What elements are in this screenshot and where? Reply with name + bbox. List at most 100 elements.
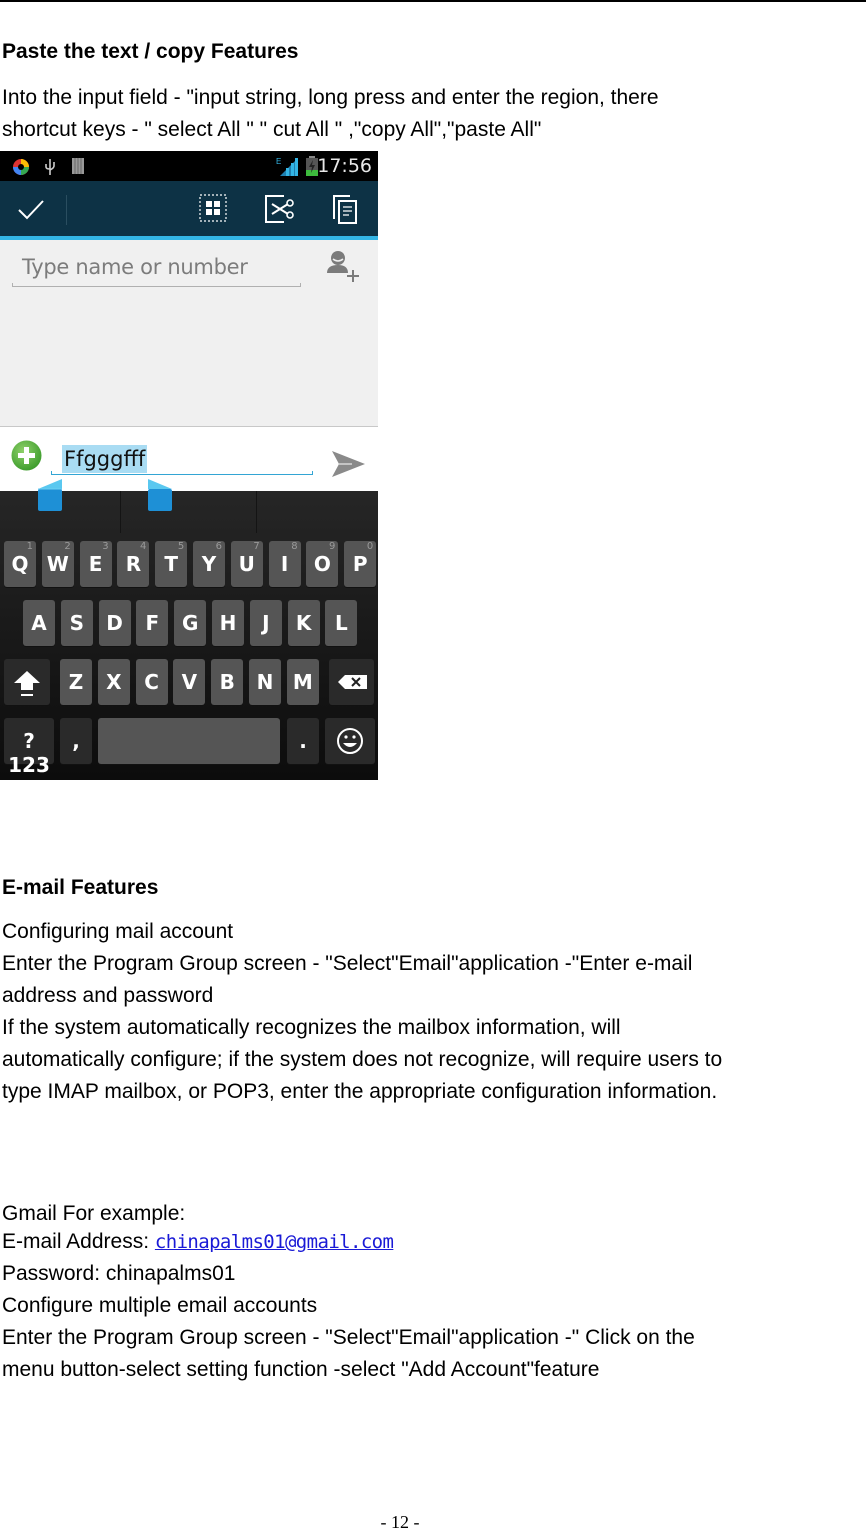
key-k[interactable]: K [287, 600, 320, 646]
action-bar-divider [66, 195, 67, 225]
key-label: R [125, 552, 142, 576]
key-label: ?123 [8, 729, 50, 777]
key-z[interactable]: Z [60, 659, 92, 705]
add-contact-icon[interactable] [326, 249, 360, 283]
key-label: , [72, 729, 80, 753]
key-label: Z [68, 670, 84, 694]
key-label: T [164, 552, 179, 576]
status-bar: E 17:56 [0, 151, 378, 181]
emoji-key[interactable] [325, 718, 375, 764]
key-hint: 2 [64, 541, 71, 552]
period-key[interactable]: . [287, 718, 319, 764]
phone-screenshot: E 17:56 Type name or number Ffgggfff Q 1… [0, 151, 378, 780]
symbols-key[interactable]: ?123 [4, 718, 54, 777]
paragraph-line: address and password [2, 984, 214, 1007]
message-input[interactable]: Ffgggfff [51, 441, 313, 475]
key-hint: 4 [140, 541, 147, 552]
key-i[interactable]: I8 [268, 541, 301, 587]
email-label: E-mail Address: [2, 1230, 155, 1253]
key-s[interactable]: S [60, 600, 93, 646]
key-v[interactable]: V [173, 659, 206, 705]
key-label: D [106, 611, 123, 635]
shift-icon [14, 671, 40, 696]
selected-text[interactable]: Ffgggfff [62, 445, 148, 473]
key-d[interactable]: D [98, 600, 131, 646]
key-e[interactable]: E3 [79, 541, 112, 587]
key-g[interactable]: G [174, 600, 207, 646]
key-label: L [335, 611, 348, 635]
recipient-underline [12, 283, 301, 287]
key-x[interactable]: X [97, 659, 130, 705]
space-key[interactable] [98, 718, 280, 764]
select-all-icon[interactable] [199, 194, 229, 224]
key-hint: 3 [102, 541, 109, 552]
message-underline [51, 471, 313, 475]
key-label: P [352, 552, 368, 576]
key-b[interactable]: B [211, 659, 244, 705]
paragraph-line: Configure multiple email accounts [2, 1294, 318, 1317]
usb-icon [45, 159, 55, 175]
key-label: S [69, 611, 84, 635]
key-label: A [31, 611, 47, 635]
key-h[interactable]: H [212, 600, 244, 646]
key-y[interactable]: Y6 [193, 541, 225, 587]
send-icon[interactable] [330, 447, 366, 481]
key-a[interactable]: A [23, 600, 55, 646]
key-label: V [181, 670, 198, 694]
attach-plus-icon[interactable] [11, 440, 42, 471]
copy-icon[interactable] [332, 194, 362, 224]
key-label: Y [201, 552, 217, 576]
shift-key[interactable] [4, 659, 50, 705]
key-l[interactable]: L [325, 600, 358, 646]
paragraph-line: Enter the Program Group screen - "Select… [2, 1326, 695, 1349]
key-label: H [219, 611, 237, 635]
checkmark-icon[interactable] [16, 196, 46, 226]
key-j[interactable]: J [249, 600, 282, 646]
key-r[interactable]: R4 [117, 541, 150, 587]
key-label: J [262, 611, 270, 635]
paragraph-line: If the system automatically recognizes t… [2, 1016, 621, 1039]
signal-edge-icon: E [276, 157, 298, 176]
key-label: Q [11, 552, 29, 576]
key-n[interactable]: N [249, 659, 281, 705]
key-m[interactable]: M [286, 659, 319, 705]
key-label: E [88, 552, 103, 576]
paragraph-line: Into the input field - "input string, lo… [2, 86, 659, 109]
header-rule [0, 0, 866, 2]
selection-handle-start[interactable] [36, 479, 64, 523]
key-p[interactable]: P0 [344, 541, 377, 587]
email-link[interactable]: chinapalms01@gmail.com [155, 1231, 394, 1253]
comma-key[interactable]: , [60, 718, 92, 764]
key-w[interactable]: W2 [41, 541, 74, 587]
backspace-key[interactable] [329, 659, 374, 705]
key-label: G [181, 611, 199, 635]
key-t[interactable]: T5 [155, 541, 188, 587]
keyboard: Q 1 W 2 E 3 R 4 T 5 Y 6 U 7 I 8 O 9 P 0 A S D F G H J K L Z X C V B N M ?123… [0, 479, 378, 780]
paragraph-line: automatically configure; if the system d… [2, 1048, 723, 1071]
suggestion-divider [256, 491, 257, 533]
key-c[interactable]: C [135, 659, 168, 705]
key-f[interactable]: F [136, 600, 169, 646]
key-hint: 7 [253, 541, 260, 552]
emoji-icon [337, 728, 363, 754]
sd-card-icon [72, 158, 84, 174]
status-time: 17:56 [317, 155, 372, 177]
section-title-copy-paste: Paste the text / copy Features [2, 40, 299, 63]
selection-handle-end[interactable] [146, 479, 174, 523]
backspace-icon [338, 675, 367, 689]
key-label: U [238, 552, 255, 576]
paragraph-line: menu button-select setting function -sel… [2, 1358, 600, 1381]
paragraph-line: Enter the Program Group screen - "Select… [2, 952, 693, 975]
key-hint: 8 [291, 541, 298, 552]
section-title-email: E-mail Features [2, 876, 159, 899]
action-bar [0, 181, 378, 236]
paragraph-line: shortcut keys - " select All " " cut All… [2, 118, 542, 141]
key-q[interactable]: Q1 [4, 541, 36, 587]
key-hint: 6 [215, 541, 222, 552]
key-o[interactable]: O9 [306, 541, 339, 587]
email-address-line: E-mail Address: chinapalms01@gmail.com [2, 1226, 394, 1259]
key-label: W [46, 552, 69, 576]
key-u[interactable]: U7 [230, 541, 263, 587]
recipient-input[interactable]: Type name or number [12, 251, 302, 287]
cut-icon[interactable] [264, 194, 294, 224]
